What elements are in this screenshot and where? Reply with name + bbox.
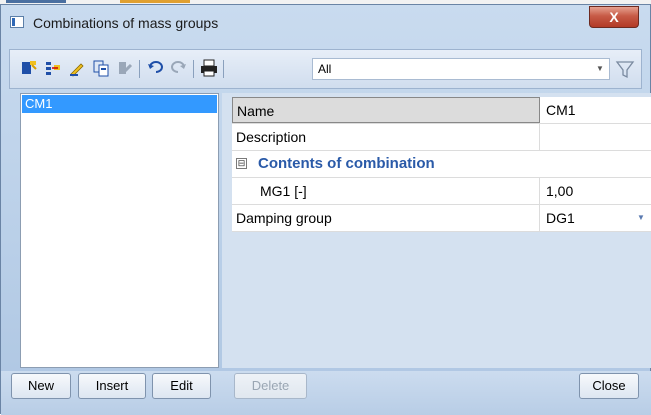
toolbar-separator — [139, 60, 140, 78]
property-row-description[interactable]: Description — [232, 124, 651, 151]
edit-button[interactable]: Edit — [152, 373, 211, 399]
filter-icon[interactable] — [614, 57, 636, 81]
delete-icon[interactable] — [116, 59, 134, 77]
damping-group-select[interactable]: DG1 ▼ — [540, 205, 651, 231]
toolbar: All ▼ — [9, 49, 642, 89]
collapse-icon[interactable]: ⊟ — [236, 158, 247, 169]
mg1-value-field[interactable]: 1,00 — [540, 178, 651, 204]
redo-icon[interactable] — [170, 59, 188, 77]
new-item-icon[interactable] — [20, 59, 38, 77]
background-mark — [6, 0, 66, 3]
description-label: Description — [232, 124, 540, 150]
list-item[interactable]: CM1 — [22, 95, 217, 113]
combination-list[interactable]: CM1 — [20, 93, 219, 368]
print-icon[interactable] — [200, 59, 218, 77]
chevron-down-icon[interactable]: ▼ — [634, 211, 648, 225]
insert-icon[interactable] — [44, 59, 62, 77]
window-title: Combinations of mass groups — [33, 15, 219, 31]
name-label: Name — [232, 97, 540, 123]
button-bar: New Insert Edit Delete Close — [1, 371, 651, 415]
title-bar[interactable]: Combinations of mass groups X — [1, 5, 650, 41]
filter-combo[interactable]: All ▼ — [312, 58, 610, 80]
damping-group-label: Damping group — [232, 205, 540, 231]
toolbar-separator — [223, 60, 224, 78]
window-icon — [10, 16, 24, 28]
property-row-name[interactable]: Name CM1 — [232, 97, 651, 124]
edit-icon[interactable] — [68, 59, 86, 77]
close-button[interactable]: Close — [579, 373, 639, 399]
delete-button[interactable]: Delete — [234, 373, 307, 399]
dialog-window: Combinations of mass groups X All ▼ CM1 … — [0, 4, 651, 415]
undo-icon[interactable] — [146, 59, 164, 77]
property-panel: Name CM1 Description ⊟ Contents of combi… — [222, 93, 651, 368]
damping-group-value: DG1 — [546, 210, 575, 226]
copy-icon[interactable] — [92, 59, 110, 77]
insert-button[interactable]: Insert — [78, 373, 146, 399]
filter-value: All — [318, 62, 332, 76]
background-mark — [120, 0, 190, 3]
section-contents-of-combination[interactable]: ⊟ Contents of combination — [232, 151, 651, 178]
toolbar-separator — [193, 60, 194, 78]
new-button[interactable]: New — [11, 373, 71, 399]
property-grid: Name CM1 Description ⊟ Contents of combi… — [232, 97, 651, 232]
section-label: Contents of combination — [258, 155, 435, 172]
property-row-damping-group[interactable]: Damping group DG1 ▼ — [232, 205, 651, 232]
name-value-field[interactable]: CM1 — [540, 97, 651, 123]
description-value-field[interactable] — [540, 124, 651, 150]
close-window-button[interactable]: X — [589, 6, 639, 28]
chevron-down-icon[interactable]: ▼ — [593, 61, 607, 77]
property-row-mg1[interactable]: MG1 [-] 1,00 — [232, 178, 651, 205]
mg1-label: MG1 [-] — [232, 178, 540, 204]
